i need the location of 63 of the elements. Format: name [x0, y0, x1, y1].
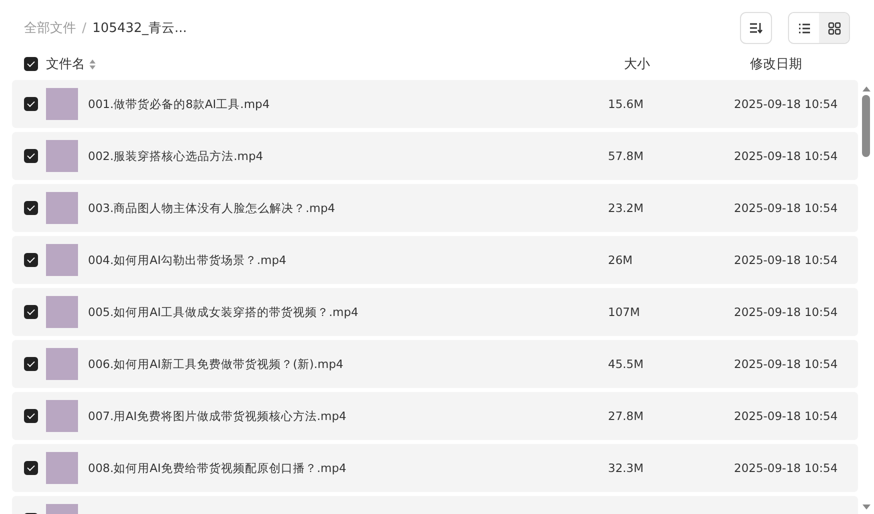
name-column-header[interactable]: 文件名 — [46, 55, 85, 73]
file-row[interactable]: 007.用AI免费将图片做成带货视频核心方法.mp4 27.8M 2025-09-18 10:54 — [12, 392, 858, 440]
row-checkbox[interactable] — [24, 201, 38, 215]
file-name: 005.如何用AI工具做成女装穿搭的带货视频？.mp4 — [88, 304, 360, 320]
file-name: 006.如何用AI新工具免费做带货视频？(新).mp4 — [88, 356, 344, 372]
scrollbar-thumb[interactable] — [862, 95, 870, 157]
video-thumbnail-placeholder — [46, 400, 78, 432]
file-size: 57.8M — [608, 149, 645, 163]
video-thumbnail-placeholder — [46, 348, 78, 380]
row-checkbox[interactable] — [24, 97, 38, 111]
grid-icon — [828, 22, 840, 34]
video-thumbnail-placeholder — [46, 296, 78, 328]
modified-date: 2025-09-18 10:54 — [734, 461, 839, 475]
file-size: 27.8M — [608, 409, 645, 423]
modified-date: 2025-09-18 10:54 — [734, 97, 839, 111]
video-thumbnail-placeholder — [46, 140, 78, 172]
scroll-down-icon[interactable] — [862, 504, 870, 510]
modified-date: 2025-09-18 10:54 — [734, 201, 839, 215]
file-row[interactable]: 006.如何用AI新工具免费做带货视频？(新).mp4 45.5M 2025-09-18 10:54 — [12, 340, 858, 388]
row-checkbox[interactable] — [24, 305, 38, 319]
file-size: 45.5M — [608, 357, 645, 371]
modified-date: 2025-09-18 10:54 — [734, 409, 839, 423]
file-row[interactable]: 004.如何用AI勾勒出带货场景？.mp4 26M 2025-09-18 10:54 — [12, 236, 858, 284]
modified-date: 2025-09-18 10:54 — [734, 357, 839, 371]
file-name: 008.如何用AI免费给带货视频配原创口播？.mp4 — [88, 460, 348, 476]
grid-view-button[interactable] — [819, 13, 849, 43]
file-row[interactable]: 001.做带货必备的8款AI工具.mp4 15.6M 2025-09-18 10:54 — [12, 80, 858, 128]
file-name: 007.用AI免费将图片做成带货视频核心方法.mp4 — [88, 408, 348, 424]
file-size: 107M — [608, 305, 641, 319]
list-icon — [798, 22, 810, 34]
file-row[interactable]: 008.如何用AI免费给带货视频配原创口播？.mp4 32.3M 2025-09-18 10:54 — [12, 444, 858, 492]
file-size: 26M — [608, 253, 634, 267]
sort-button[interactable] — [740, 12, 772, 44]
row-checkbox[interactable] — [24, 409, 38, 423]
video-thumbnail-placeholder — [46, 192, 78, 224]
file-row[interactable]: 005.如何用AI工具做成女装穿搭的带货视频？.mp4 107M 2025-09-18 10:54 — [12, 288, 858, 336]
file-name: 004.如何用AI勾勒出带货场景？.mp4 — [88, 252, 288, 268]
file-row[interactable]: 003.商品图人物主体没有人脸怎么解决？.mp4 23.2M 2025-09-18 10:54 — [12, 184, 858, 232]
sort-arrows-icon[interactable] — [89, 58, 96, 70]
file-size: 23.2M — [608, 201, 645, 215]
select-all-checkbox[interactable] — [24, 57, 38, 71]
file-name: 002.服装穿搭核心选品方法.mp4 — [88, 148, 264, 164]
file-size: 32.3M — [608, 461, 645, 475]
row-checkbox[interactable] — [24, 253, 38, 267]
sort-icon — [749, 22, 763, 34]
file-name: 003.商品图人物主体没有人脸怎么解决？.mp4 — [88, 200, 336, 216]
modified-date: 2025-09-18 10:54 — [734, 253, 839, 267]
date-column-header: 修改日期 — [750, 56, 803, 73]
file-size: 15.6M — [608, 97, 645, 111]
scroll-up-icon[interactable] — [862, 86, 870, 92]
file-row[interactable]: 002.服装穿搭核心选品方法.mp4 57.8M 2025-09-18 10:54 — [12, 132, 858, 180]
file-name: 001.做带货必备的8款AI工具.mp4 — [88, 96, 271, 112]
video-thumbnail-placeholder — [46, 88, 78, 120]
video-thumbnail-placeholder — [46, 452, 78, 484]
modified-date: 2025-09-18 10:54 — [734, 149, 839, 163]
modified-date: 2025-09-18 10:54 — [734, 305, 839, 319]
row-checkbox[interactable] — [24, 357, 38, 371]
video-thumbnail-placeholder — [46, 244, 78, 276]
breadcrumb-separator: / — [82, 20, 86, 36]
row-checkbox[interactable] — [24, 149, 38, 163]
current-folder: 105432_青云... — [92, 20, 187, 37]
row-checkbox[interactable] — [24, 461, 38, 475]
size-column-header: 大小 — [624, 56, 651, 73]
